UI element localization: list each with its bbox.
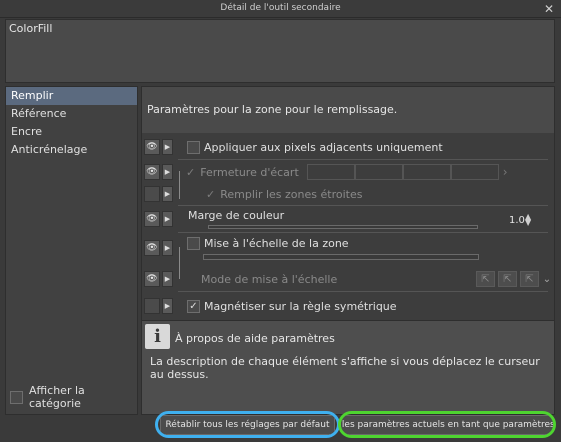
divider (178, 291, 548, 292)
adjacent-pixels-checkbox[interactable] (187, 140, 200, 154)
info-icon: i (145, 324, 170, 349)
settings-panel: Paramètres pour la zone pour le rempliss… (141, 86, 555, 415)
divider (178, 232, 548, 233)
eye-icon[interactable]: 👁 (144, 139, 160, 155)
expand-arrow-icon[interactable]: ▶ (162, 271, 173, 287)
gap-level-option[interactable] (450, 164, 499, 180)
scale-mode-square-icon[interactable]: ⇱ (476, 271, 495, 287)
scale-mode-round-icon[interactable]: ⇱ (498, 271, 517, 287)
eye-icon[interactable]: 👁 (144, 271, 160, 287)
chevron-right-icon[interactable]: › (503, 165, 508, 179)
show-category-label: Afficher la catégorie (29, 384, 85, 410)
help-title: À propos de aide paramètres (175, 332, 335, 345)
area-scaling-slider[interactable] (203, 254, 479, 260)
show-category-toggle[interactable]: Afficher la catégorie (10, 384, 137, 410)
save-as-default-label: Enregistrer les paramètres actuels en ta… (341, 414, 553, 435)
title-bar: Détail de l'outil secondaire ✕ (0, 0, 561, 18)
eye-icon[interactable]: 👁 (144, 240, 160, 256)
chevron-down-icon[interactable]: ⌄ (542, 271, 552, 287)
symmetry-snap-label: Magnétiser sur la règle symétrique (204, 299, 397, 313)
area-scaling-label: Mise à l'échelle de la zone (204, 236, 349, 250)
expand-arrow-icon[interactable]: ▶ (162, 139, 173, 155)
close-icon[interactable]: ✕ (544, 2, 554, 16)
scale-mode-diamond-icon[interactable]: ⇱ (520, 271, 539, 287)
help-text: La description de chaque élément s'affic… (150, 355, 540, 381)
symmetry-snap-checkbox[interactable]: ✓ (187, 299, 200, 313)
gap-closing-check-icon[interactable]: ✓ (186, 166, 195, 179)
expand-arrow-icon[interactable]: ▶ (162, 164, 173, 180)
fill-narrow-label: Remplir les zones étroites (220, 187, 363, 201)
expand-arrow-icon[interactable]: ▶ (162, 298, 173, 314)
gap-closing-level-selector[interactable] (306, 164, 499, 180)
tool-name-field[interactable]: ColorFill (5, 19, 555, 83)
row-gap-closing: 👁 ▶ ✓ Fermeture d'écart › (142, 164, 550, 180)
color-margin-value[interactable]: 1.0 (509, 215, 525, 226)
show-category-checkbox[interactable] (10, 390, 23, 404)
divider (178, 159, 548, 160)
scaling-mode-label: Mode de mise à l'échelle (201, 272, 338, 286)
save-as-default-button[interactable]: Enregistrer les paramètres actuels en ta… (338, 411, 556, 438)
color-margin-label: Marge de couleur (188, 208, 285, 222)
gap-level-option[interactable] (402, 164, 451, 180)
spinner-icon[interactable]: ▲ ▼ (525, 213, 531, 227)
expand-arrow-icon[interactable]: ▶ (162, 211, 173, 227)
eye-icon[interactable]: 👁 (144, 211, 160, 227)
adjacent-pixels-label: Appliquer aux pixels adjacents uniquemen… (204, 140, 443, 154)
gap-level-option[interactable] (354, 164, 403, 180)
gap-level-option[interactable] (306, 164, 355, 180)
help-panel: i À propos de aide paramètres La descrip… (142, 320, 554, 414)
reset-defaults-label: Rétablir tous les réglages par défaut (160, 414, 335, 435)
row-adjacent-pixels: 👁 ▶ Appliquer aux pixels adjacents uniqu… (142, 139, 550, 155)
divider (178, 205, 548, 206)
category-ink[interactable]: Encre (6, 123, 137, 141)
row-symmetry-snap: ▶ ✓ Magnétiser sur la règle symétrique (142, 298, 550, 314)
expand-arrow-icon[interactable]: ▶ (162, 186, 173, 202)
tool-name-text: ColorFill (9, 22, 53, 35)
scaling-mode-options: ⇱ ⇱ ⇱ ⌄ (476, 271, 552, 287)
category-list: Remplir Référence Encre Anticrénelage Af… (5, 86, 138, 415)
window-title: Détail de l'outil secondaire (220, 3, 341, 13)
gap-closing-label: Fermeture d'écart (200, 165, 299, 179)
area-scaling-checkbox[interactable] (187, 236, 200, 250)
fill-narrow-check-icon[interactable]: ✓ (206, 188, 215, 201)
expand-arrow-icon[interactable]: ▶ (162, 240, 173, 256)
row-fill-narrow: ▶ ✓ Remplir les zones étroites (142, 186, 550, 202)
reset-defaults-button[interactable]: Rétablir tous les réglages par défaut (155, 411, 340, 438)
category-antialiasing[interactable]: Anticrénelage (6, 141, 137, 159)
color-margin-slider[interactable] (208, 225, 478, 229)
category-reference[interactable]: Référence (6, 105, 137, 123)
eye-slot[interactable] (144, 298, 160, 314)
category-fill[interactable]: Remplir (6, 87, 137, 105)
category-description: Paramètres pour la zone pour le rempliss… (142, 87, 554, 133)
eye-slot[interactable] (144, 186, 160, 202)
eye-icon[interactable]: 👁 (144, 164, 160, 180)
